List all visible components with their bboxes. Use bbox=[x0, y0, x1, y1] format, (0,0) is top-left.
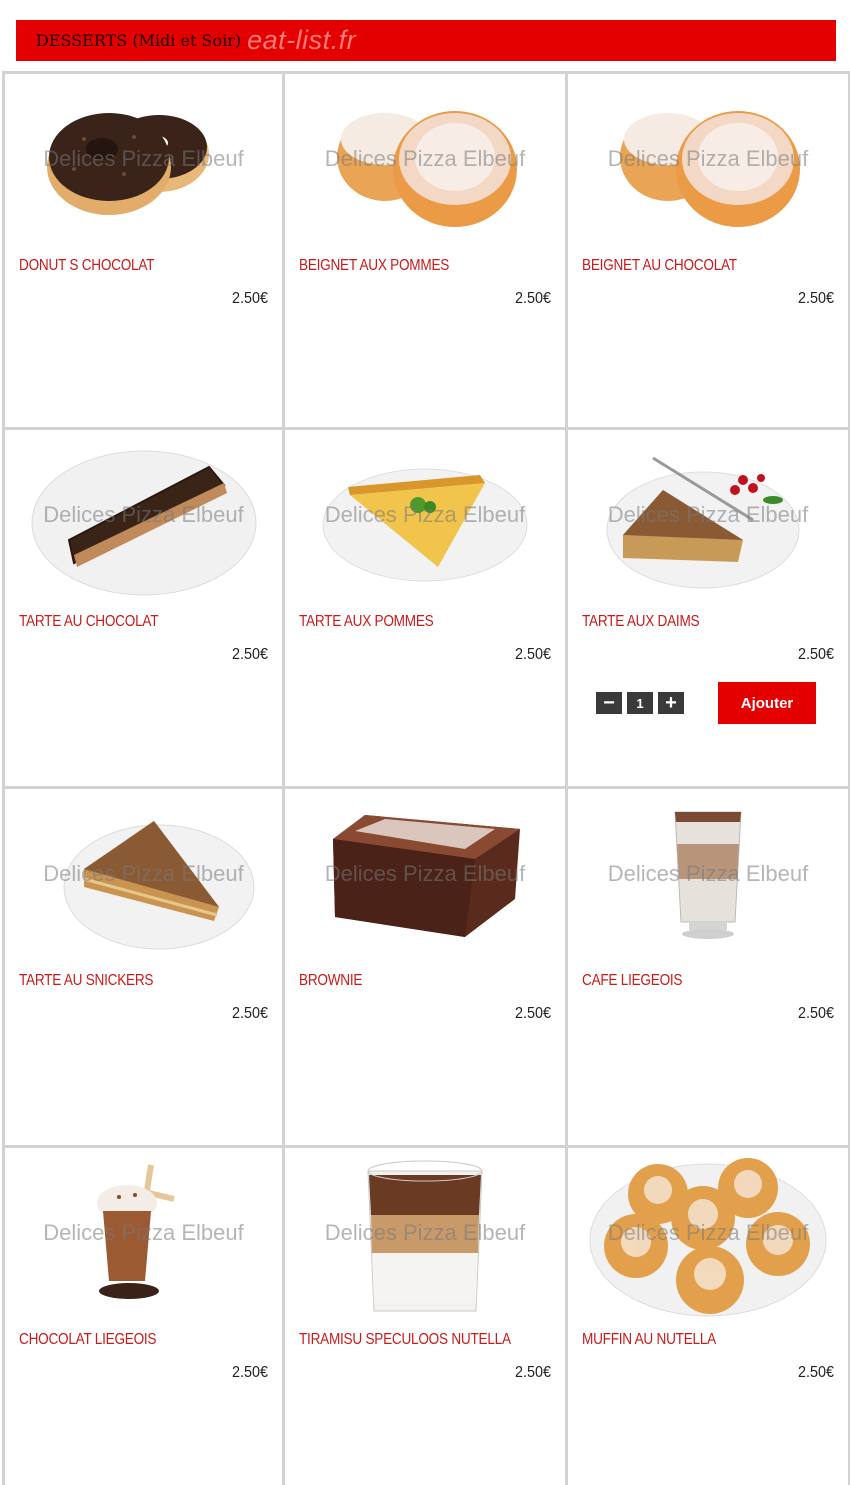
product-price: 2.50€ bbox=[797, 646, 834, 663]
product-card[interactable]: Delices Pizza Elbeuf BEIGNET AU CHOCOLAT… bbox=[568, 71, 850, 430]
product-card[interactable]: Delices Pizza Elbeuf TARTE AUX POMMES 2.… bbox=[285, 430, 568, 789]
product-name[interactable]: CAFE LIEGEOIS bbox=[582, 972, 682, 990]
product-card[interactable]: Delices Pizza Elbeuf TARTE AU SNICKERS 2… bbox=[2, 789, 285, 1148]
product-name[interactable]: TIRAMISU SPECULOOS NUTELLA bbox=[299, 1331, 511, 1349]
product-image-apple-tart-slice bbox=[285, 440, 565, 600]
product-name[interactable]: BROWNIE bbox=[299, 972, 362, 990]
product-image-sugar-beignet bbox=[285, 84, 565, 244]
product-price: 2.50€ bbox=[514, 1005, 551, 1022]
product-image-chocolate-drink bbox=[5, 1158, 282, 1318]
product-card[interactable]: Delices Pizza Elbeuf CAFE LIEGEOIS 2.50€ bbox=[568, 789, 850, 1148]
product-price: 2.50€ bbox=[231, 646, 268, 663]
category-title: DESSERTS (Midi et Soir) bbox=[36, 31, 242, 50]
product-card[interactable]: Delices Pizza Elbeuf BROWNIE 2.50€ bbox=[285, 789, 568, 1148]
product-image-sugar-beignet bbox=[568, 84, 848, 244]
product-name[interactable]: CHOCOLAT LIEGEOIS bbox=[19, 1331, 157, 1349]
product-card[interactable]: Delices Pizza Elbeuf BEIGNET AUX POMMES … bbox=[285, 71, 568, 430]
product-name[interactable]: MUFFIN AU NUTELLA bbox=[582, 1331, 716, 1349]
quantity-stepper: − 1 + bbox=[596, 692, 684, 714]
product-name[interactable]: TARTE AUX POMMES bbox=[299, 613, 434, 631]
product-name[interactable]: TARTE AU CHOCOLAT bbox=[19, 613, 159, 631]
product-image-latte-glass bbox=[568, 799, 848, 959]
product-image-snickers-tart-slice bbox=[5, 799, 282, 959]
product-price: 2.50€ bbox=[797, 290, 834, 307]
product-card[interactable]: Delices Pizza Elbeuf TIRAMISU SPECULOOS … bbox=[285, 1148, 568, 1485]
quantity-value[interactable]: 1 bbox=[627, 692, 653, 714]
product-card[interactable]: Delices Pizza Elbeuf CHOCOLAT LIEGEOIS 2… bbox=[2, 1148, 285, 1485]
add-to-cart-button[interactable]: Ajouter bbox=[718, 682, 816, 724]
product-price: 2.50€ bbox=[231, 290, 268, 307]
product-card[interactable]: Delices Pizza Elbeuf TARTE AU CHOCOLAT 2… bbox=[2, 430, 285, 789]
product-image-tiramisu-glass bbox=[285, 1158, 565, 1318]
product-price: 2.50€ bbox=[797, 1364, 834, 1381]
product-price: 2.50€ bbox=[797, 1005, 834, 1022]
product-image-donut-chocolate bbox=[5, 84, 282, 244]
product-name[interactable]: TARTE AU SNICKERS bbox=[19, 972, 153, 990]
product-grid: Delices Pizza Elbeuf DONUT S CHOCOLAT 2.… bbox=[2, 71, 850, 1485]
product-card[interactable]: Delices Pizza Elbeuf TARTE AUX DAIMS 2.5… bbox=[568, 430, 850, 789]
plus-icon[interactable]: + bbox=[658, 692, 684, 714]
product-name[interactable]: BEIGNET AUX POMMES bbox=[299, 257, 449, 275]
product-price: 2.50€ bbox=[231, 1005, 268, 1022]
product-price: 2.50€ bbox=[514, 646, 551, 663]
product-image-chocolate-tart-slice bbox=[5, 440, 282, 600]
product-price: 2.50€ bbox=[231, 1364, 268, 1381]
product-card[interactable]: Delices Pizza Elbeuf MUFFIN AU NUTELLA 2… bbox=[568, 1148, 850, 1485]
product-image-madeleines-plate bbox=[568, 1158, 848, 1318]
product-image-brownie bbox=[285, 799, 565, 959]
product-price: 2.50€ bbox=[514, 1364, 551, 1381]
minus-icon[interactable]: − bbox=[596, 692, 622, 714]
product-name[interactable]: TARTE AUX DAIMS bbox=[582, 613, 700, 631]
product-price: 2.50€ bbox=[514, 290, 551, 307]
product-name[interactable]: DONUT S CHOCOLAT bbox=[19, 257, 154, 275]
site-watermark: eat-list.fr bbox=[247, 25, 357, 55]
product-card[interactable]: Delices Pizza Elbeuf DONUT S CHOCOLAT 2.… bbox=[2, 71, 285, 430]
product-name[interactable]: BEIGNET AU CHOCOLAT bbox=[582, 257, 737, 275]
product-image-daim-tart-slice bbox=[568, 440, 848, 600]
category-header: DESSERTS (Midi et Soir) eat-list.fr bbox=[16, 20, 836, 61]
